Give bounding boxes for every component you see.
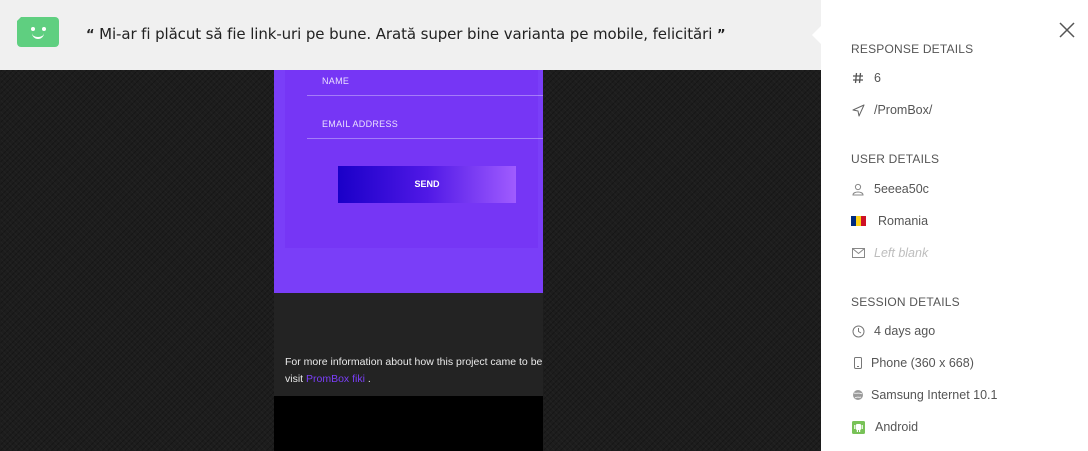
android-icon [851,420,865,434]
email-field: EMAIL ADDRESS [307,113,543,139]
feedback-comment: “ Mi-ar fi plăcut să fie link-uri pe bun… [86,25,725,43]
smiley-face-icon [15,15,59,47]
quote-close-mark: ” [716,28,726,43]
time-row: 4 days ago [851,322,935,340]
user-icon [851,182,865,196]
user-details-title: USER DETAILS [851,152,940,166]
info-line-2-prefix: visit [285,372,306,385]
info-line-2-suffix: . [364,372,371,385]
os: Android [875,420,919,434]
response-number: 6 [874,71,881,85]
feedback-comment-bar: “ Mi-ar fi plăcut să fie link-uri pe bun… [0,0,821,70]
info-line-2: visit PromBox fiki . [285,371,543,388]
device-row: Phone (360 x 668) [851,354,974,372]
browser-row: Samsung Internet 10.1 [851,386,997,404]
footer-area [274,396,543,451]
info-line-1: For more information about how this proj… [285,356,543,368]
device: Phone (360 x 668) [871,356,974,370]
time-ago: 4 days ago [874,324,936,338]
info-text: For more information about how this proj… [285,354,543,387]
send-button: SEND [338,166,516,203]
envelope-icon [851,246,865,260]
response-details-title: RESPONSE DETAILS [851,42,974,56]
user-id-row: 5eeea50c [851,180,929,198]
country: Romania [878,214,929,228]
prombox-link: PromBox fiki [306,372,365,385]
hash-icon [851,71,865,85]
quote-open-mark: “ [86,28,95,43]
name-field: NAME [307,70,543,96]
session-details-title: SESSION DETAILS [851,295,960,309]
user-id: 5eeea50c [874,182,929,196]
country-row: Romania [851,212,928,230]
romania-flag-icon [851,214,866,228]
response-number-row: 6 [851,69,881,87]
response-path-row: /PromBox/ [851,101,932,119]
user-email: Left blank [874,246,929,260]
feedback-text: Mi-ar fi plăcut să fie link-uri pe bune.… [99,25,713,43]
browser: Samsung Internet 10.1 [871,388,998,402]
close-icon[interactable] [1057,20,1077,40]
details-panel: RESPONSE DETAILS 6 /PromBox/ USER DETAIL… [812,0,1088,451]
os-row: Android [851,418,918,436]
email-row: Left blank [851,244,928,262]
browser-globe-icon [851,388,865,402]
page-screenshot: NAME EMAIL ADDRESS SEND For more informa… [274,70,543,451]
contact-form-section: NAME EMAIL ADDRESS SEND [274,70,543,293]
navigation-arrow-icon [851,103,865,117]
clock-icon [851,324,865,338]
contact-form-card: NAME EMAIL ADDRESS SEND [285,70,543,248]
phone-icon [851,356,865,370]
info-section: For more information about how this proj… [274,293,543,396]
response-path: /PromBox/ [874,103,933,117]
